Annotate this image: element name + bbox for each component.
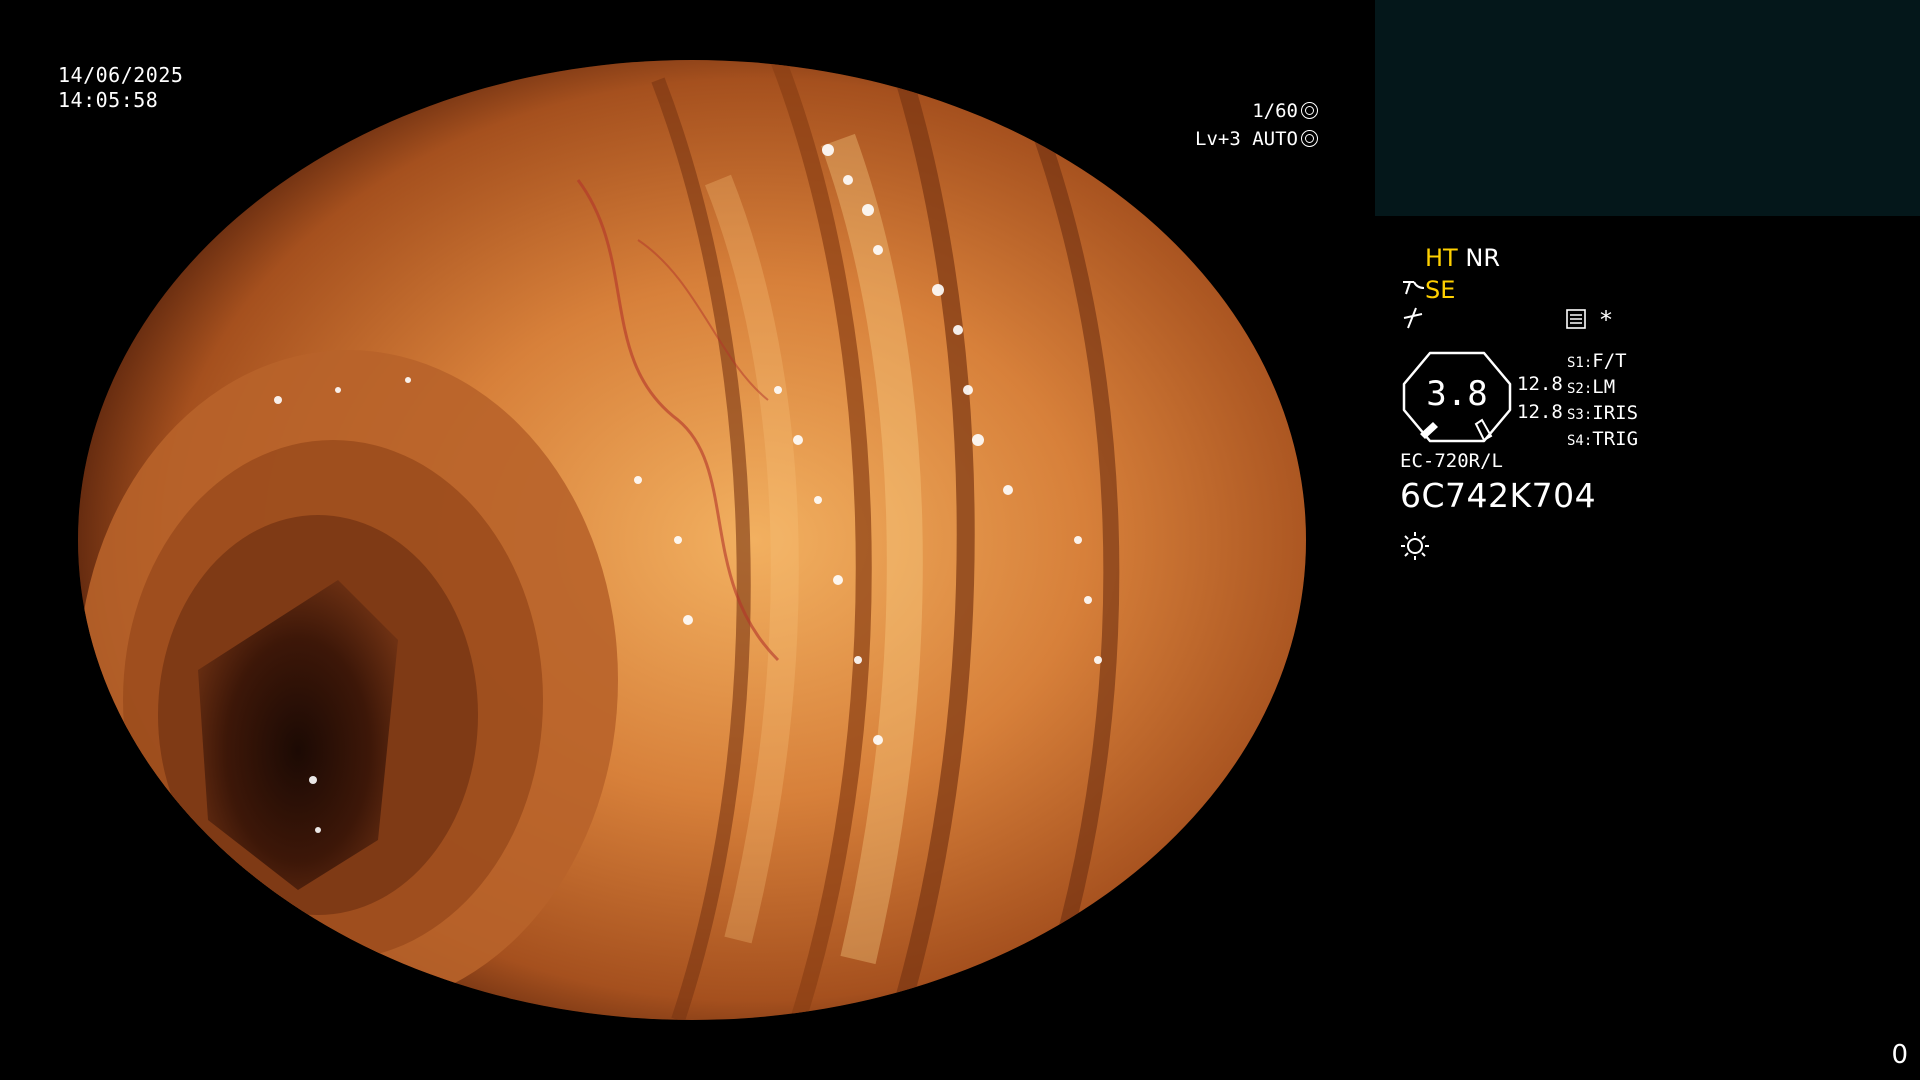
switch-value: LM [1592, 376, 1616, 398]
shutter-readout: 1/60 [1252, 99, 1318, 124]
time-text: 14:05:58 [58, 88, 159, 112]
switch-s4: S4:TRIG [1567, 427, 1638, 453]
switch-s2: S2:LM [1567, 375, 1638, 401]
switch-s3: S3:IRIS [1567, 401, 1638, 427]
switch-list: S1:F/T S2:LM S3:IRIS S4:TRIG [1567, 349, 1638, 453]
enhancement-row: HT NR [1425, 244, 1500, 272]
se-label: SE [1425, 276, 1456, 304]
gauge-value: 3.8 [1426, 374, 1488, 414]
switch-value: TRIG [1592, 428, 1639, 450]
switch-value: IRIS [1592, 402, 1639, 424]
level-readout: Lv+3 AUTO [1195, 127, 1318, 152]
shutter-text: 1/60 [1252, 100, 1298, 122]
light-icon [1400, 530, 1430, 560]
ht-label: HT [1425, 244, 1458, 272]
level-text: Lv+3 AUTO [1195, 128, 1298, 150]
shutter-icon [1301, 102, 1318, 119]
date-text: 14/06/2025 [58, 63, 184, 87]
switch-key: S4: [1567, 433, 1593, 449]
tone-icon [1402, 304, 1424, 330]
iris-icon [1301, 130, 1318, 147]
value-2: 12.8 [1517, 401, 1563, 423]
scope-serial: 6C742K704 [1400, 476, 1597, 515]
endoscope-view [78, 60, 1306, 1020]
switch-value: F/T [1592, 350, 1627, 372]
scope-model: EC-720R/L [1400, 450, 1503, 472]
switch-key: S1: [1567, 355, 1593, 371]
switch-s1: S1:F/T [1567, 349, 1638, 375]
structure-icon [1400, 274, 1426, 300]
memory-icon [1566, 309, 1586, 329]
switch-key: S2: [1567, 381, 1593, 397]
endoscope-image [78, 60, 1306, 1020]
nr-label: NR [1465, 244, 1500, 272]
value-1: 12.8 [1517, 373, 1563, 395]
switch-key: S3: [1567, 407, 1593, 423]
asterisk-mark: * [1600, 306, 1612, 334]
corner-counter: 0 [1891, 1040, 1908, 1070]
thumbnail-panel [1375, 0, 1920, 216]
